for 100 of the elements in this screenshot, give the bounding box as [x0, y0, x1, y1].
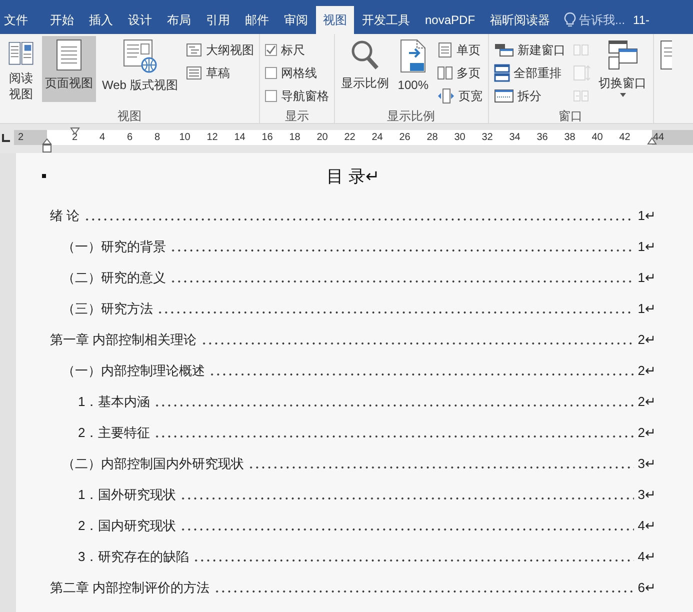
- toc-entry: 3．研究存在的缺陷: [78, 548, 190, 566]
- ribbon-button[interactable]: 页宽: [436, 86, 482, 106]
- page-number: 2↵: [638, 424, 656, 442]
- checkbox-box[interactable]: [264, 44, 277, 56]
- page-number: 2↵: [638, 362, 656, 380]
- tab-stop-icon: [2, 134, 10, 142]
- ribbon-button[interactable]: 单页: [436, 40, 482, 60]
- ribbon-tab[interactable]: 开发工具: [355, 6, 417, 34]
- page-number: 1↵: [638, 238, 656, 256]
- toc-entry: 第二章 内部控制评价的方法: [50, 579, 210, 597]
- page-number: 1↵: [638, 269, 656, 287]
- bullet-mark: [42, 174, 46, 178]
- page-number: 2↵: [638, 393, 656, 411]
- ribbon-tab[interactable]: 布局: [160, 6, 198, 34]
- ruler-number: 20: [316, 131, 329, 145]
- ribbon-button[interactable]: 显示比例: [338, 36, 392, 102]
- window-icon: [494, 43, 514, 57]
- page-number: 4↵: [638, 517, 656, 535]
- ruler-number: 34: [508, 131, 522, 145]
- ruler-number: 36: [536, 131, 549, 145]
- ruler-number: 14: [233, 131, 246, 145]
- checkbox-box[interactable]: [264, 90, 277, 102]
- outline-icon: [186, 43, 202, 57]
- ribbon-tab[interactable]: 审阅: [277, 6, 315, 34]
- ruler-number: 4: [98, 131, 106, 145]
- toc-entry: 绪 论: [50, 207, 80, 225]
- lines-icon: [186, 66, 202, 80]
- ribbon-tab[interactable]: 福昕阅读器: [483, 6, 558, 34]
- ruler-number: 42: [618, 131, 632, 145]
- page-number: 4↵: [638, 548, 656, 566]
- ribbon-button[interactable]: 草稿: [186, 63, 254, 83]
- ribbon-tab[interactable]: 邮件: [238, 6, 276, 34]
- book-icon: [6, 39, 36, 66]
- ribbon-tab[interactable]: novaPDF: [418, 6, 482, 34]
- ribbon-button[interactable]: 100%: [394, 36, 432, 102]
- checkbox[interactable]: 网格线: [264, 63, 329, 83]
- page-icon: [436, 42, 452, 58]
- toc-entry: （二）研究的意义: [62, 269, 166, 287]
- page-number: 6↵: [638, 579, 656, 597]
- ribbon-button[interactable]: 大纲视图: [186, 40, 254, 60]
- ruler-number: 6: [126, 131, 134, 145]
- ruler-number: 12: [206, 131, 219, 145]
- ruler-number: 8: [153, 131, 162, 145]
- ruler-number: 10: [178, 131, 192, 145]
- file-tab[interactable]: 文件: [0, 6, 42, 34]
- page-number: 1↵: [638, 300, 656, 318]
- windows-icon: [608, 39, 638, 71]
- ribbon-tab[interactable]: 视图: [316, 6, 354, 34]
- toc-entry: （一）内部控制理论概述: [62, 362, 205, 380]
- page-icon: [660, 40, 672, 70]
- ruler-number: 30: [453, 131, 466, 145]
- checkbox[interactable]: 标尺: [264, 40, 329, 60]
- ruler-number: 24: [370, 131, 384, 145]
- ribbon-button[interactable]: 新建窗口: [494, 40, 566, 60]
- ribbon-tab[interactable]: 插入: [82, 6, 120, 34]
- ribbon-button[interactable]: 全部重排: [494, 63, 566, 83]
- ribbon-tab[interactable]: 开始: [43, 6, 81, 34]
- ribbon-tab[interactable]: 设计: [121, 6, 159, 34]
- ruler-number: 40: [590, 131, 604, 145]
- user-name: 11-: [633, 12, 650, 29]
- toc-entry: 2．主要特征: [78, 424, 150, 442]
- page-width-icon: [436, 88, 454, 104]
- arrange-icon: [494, 64, 510, 82]
- ribbon-button[interactable]: 拆分: [494, 86, 566, 106]
- group-label: 视图: [116, 109, 142, 123]
- group-label: 窗口: [558, 109, 584, 123]
- toc-entry: 2．国内研究现状: [78, 517, 176, 535]
- ribbon-button[interactable]: 页面视图: [42, 36, 96, 102]
- two-pages-icon: [436, 65, 452, 81]
- toc-entry: 1．基本内涵: [78, 393, 150, 411]
- checkbox-box[interactable]: [264, 67, 277, 79]
- document-title: 目 录↵: [326, 166, 380, 188]
- ruler-number: 28: [426, 131, 439, 145]
- ribbon-tab[interactable]: 引用: [199, 6, 237, 34]
- group-label: 显示比例: [386, 109, 436, 123]
- check-icon: [266, 45, 276, 55]
- page-number: 1↵: [638, 207, 656, 225]
- ruler-number: 38: [563, 131, 576, 145]
- ribbon-button[interactable]: 阅读视图: [3, 36, 39, 102]
- split-icon: [494, 89, 514, 103]
- ribbon-button[interactable]: 多页: [436, 63, 482, 83]
- ruler-number: 18: [288, 131, 302, 145]
- ruler-number: 32: [480, 131, 494, 145]
- page-number: 3↵: [638, 486, 656, 504]
- magnifier-icon: [350, 39, 380, 71]
- ribbon-button[interactable]: 切换窗口: [596, 36, 650, 102]
- page-icon: [56, 39, 82, 71]
- page-globe-icon: [122, 39, 157, 73]
- toc-entry: （二）内部控制国内外研究现状: [62, 455, 244, 473]
- ruler-number: 2: [18, 132, 24, 143]
- toc-entry: （一）研究的背景: [62, 238, 166, 256]
- toc-entry: 1．国外研究现状: [78, 486, 176, 504]
- toc-entry: （三）研究方法: [62, 300, 153, 318]
- ruler-number: 44: [653, 132, 664, 143]
- tell-me-field[interactable]: 告诉我...: [564, 6, 626, 34]
- ruler-number: 22: [343, 131, 356, 145]
- ribbon-button[interactable]: Web 版式视图: [99, 36, 181, 102]
- checkbox[interactable]: 导航窗格: [264, 86, 329, 106]
- page-number: 2↵: [638, 331, 656, 349]
- ruler-number: 26: [398, 131, 412, 145]
